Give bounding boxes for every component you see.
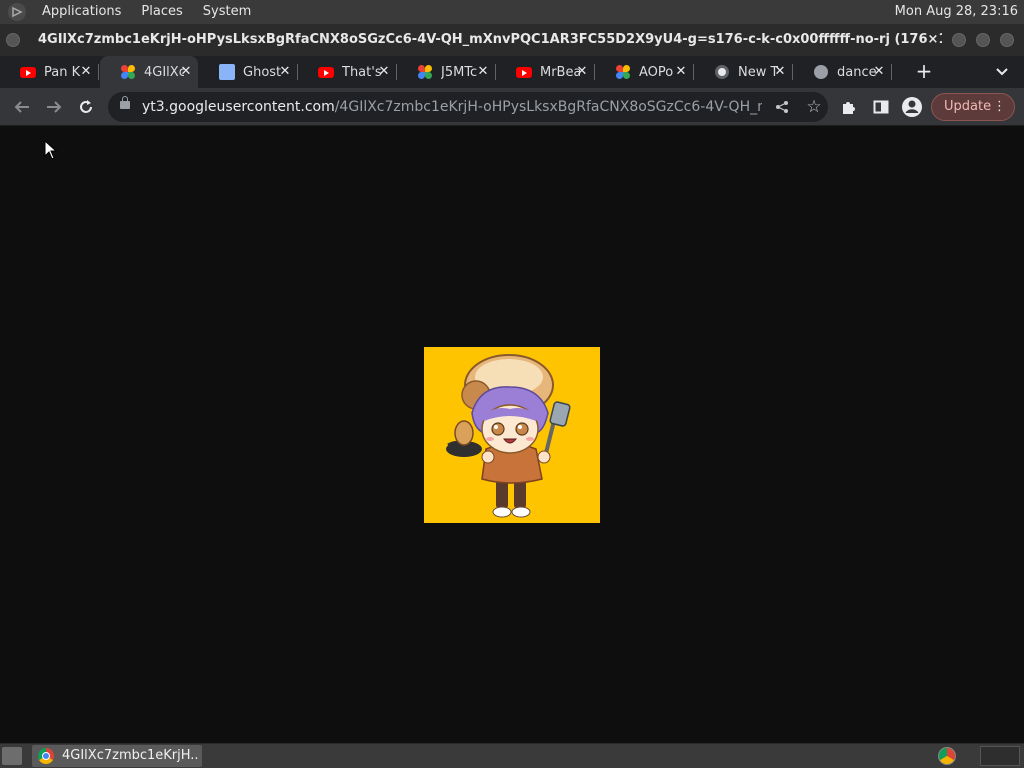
tab-thats[interactable]: That's ✕ [298, 56, 397, 88]
tab-j5mtc[interactable]: J5MTc ✕ [397, 56, 496, 88]
taskbar-window-label: 4GIlXc7zmbc1eKrjH... [62, 748, 198, 763]
extensions-puzzle-icon[interactable] [835, 93, 863, 121]
google-photos-icon [417, 64, 433, 80]
url-path: /4GIlXc7zmbc1eKrjH-oHPysLksxBgRfaCNX8oSG… [334, 99, 762, 115]
browser-toolbar: yt3.googleusercontent.com/4GIlXc7zmbc1eK… [0, 88, 1024, 126]
window-menu-button[interactable] [6, 33, 20, 47]
tab-close-icon[interactable]: ✕ [78, 64, 94, 80]
minimize-button[interactable] [952, 33, 966, 47]
tray-chrome-icon[interactable] [938, 747, 956, 765]
places-menu[interactable]: Places [131, 0, 192, 24]
taskbar-window-chrome[interactable]: 4GIlXc7zmbc1eKrjH... [32, 745, 202, 767]
top-panel: Applications Places System Mon Aug 28, 2… [0, 0, 1024, 24]
lock-icon[interactable] [120, 96, 130, 109]
google-photos-icon [615, 64, 631, 80]
clock[interactable]: Mon Aug 28, 23:16 [895, 0, 1018, 24]
tab-search-chevron-icon[interactable] [992, 56, 1012, 88]
globe-icon [813, 64, 829, 80]
youtube-icon [20, 64, 36, 80]
page-viewport [0, 126, 1024, 743]
tab-new-tab[interactable]: New T ✕ [694, 56, 793, 88]
google-photos-icon [120, 64, 136, 80]
tab-close-icon[interactable]: ✕ [178, 64, 194, 80]
tab-aopo[interactable]: AOPo ✕ [595, 56, 694, 88]
ghost-image-icon [219, 64, 235, 80]
share-icon[interactable] [768, 93, 796, 121]
forward-arrow-icon[interactable] [40, 93, 68, 121]
window-title: 4GIlXc7zmbc1eKrjH-oHPysLksxBgRfaCNX8oSGz… [38, 32, 942, 47]
gnome-foot-icon[interactable] [8, 3, 26, 21]
profile-avatar-icon[interactable] [898, 93, 926, 121]
close-window-button[interactable] [1000, 33, 1014, 47]
chrome-icon [38, 748, 54, 764]
reload-icon[interactable] [72, 93, 100, 121]
address-bar[interactable]: yt3.googleusercontent.com/4GIlXc7zmbc1eK… [108, 92, 828, 122]
maximize-button[interactable] [976, 33, 990, 47]
side-panel-icon[interactable] [867, 93, 895, 121]
bookmark-star-icon[interactable]: ☆ [800, 93, 828, 121]
tab-close-icon[interactable]: ✕ [475, 64, 491, 80]
back-arrow-icon[interactable] [8, 93, 36, 121]
update-button[interactable]: Update ⋮ [931, 93, 1015, 121]
tab-close-icon[interactable]: ✕ [871, 64, 887, 80]
youtube-icon [516, 64, 532, 80]
url-text[interactable]: yt3.googleusercontent.com/4GIlXc7zmbc1eK… [142, 92, 762, 122]
tab-close-icon[interactable]: ✕ [277, 64, 293, 80]
url-host: yt3.googleusercontent.com [142, 99, 335, 115]
tab-ghost[interactable]: Ghost ✕ [199, 56, 298, 88]
youtube-icon [318, 64, 334, 80]
tab-close-icon[interactable]: ✕ [574, 64, 590, 80]
workspace-switcher[interactable] [980, 746, 1020, 766]
tab-4gilxc[interactable]: 4GIlXc ✕ [100, 56, 198, 88]
kebab-menu-icon[interactable]: ⋮ [993, 94, 1006, 120]
new-tab-plus-icon[interactable]: + [912, 56, 936, 88]
chibi-avatar-image[interactable] [424, 347, 600, 523]
applications-menu[interactable]: Applications [32, 0, 131, 24]
tab-close-icon[interactable]: ✕ [376, 64, 392, 80]
system-menu[interactable]: System [193, 0, 261, 24]
window-titlebar[interactable]: 4GIlXc7zmbc1eKrjH-oHPysLksxBgRfaCNX8oSGz… [0, 24, 1024, 56]
tab-divider [891, 64, 892, 80]
show-desktop-icon[interactable] [2, 747, 22, 765]
tab-divider [98, 64, 99, 80]
update-label: Update [944, 99, 992, 114]
tab-pan-k[interactable]: Pan K ✕ [0, 56, 99, 88]
tab-dance[interactable]: dance ✕ [793, 56, 892, 88]
chrome-icon [714, 64, 730, 80]
bottom-taskbar: 4GIlXc7zmbc1eKrjH... [0, 743, 1024, 768]
tab-close-icon[interactable]: ✕ [673, 64, 689, 80]
tab-mrbea[interactable]: MrBea ✕ [496, 56, 595, 88]
tab-close-icon[interactable]: ✕ [772, 64, 788, 80]
tab-strip: Pan K ✕ 4GIlXc ✕ Ghost ✕ That's ✕ J5MTc … [0, 56, 1024, 88]
